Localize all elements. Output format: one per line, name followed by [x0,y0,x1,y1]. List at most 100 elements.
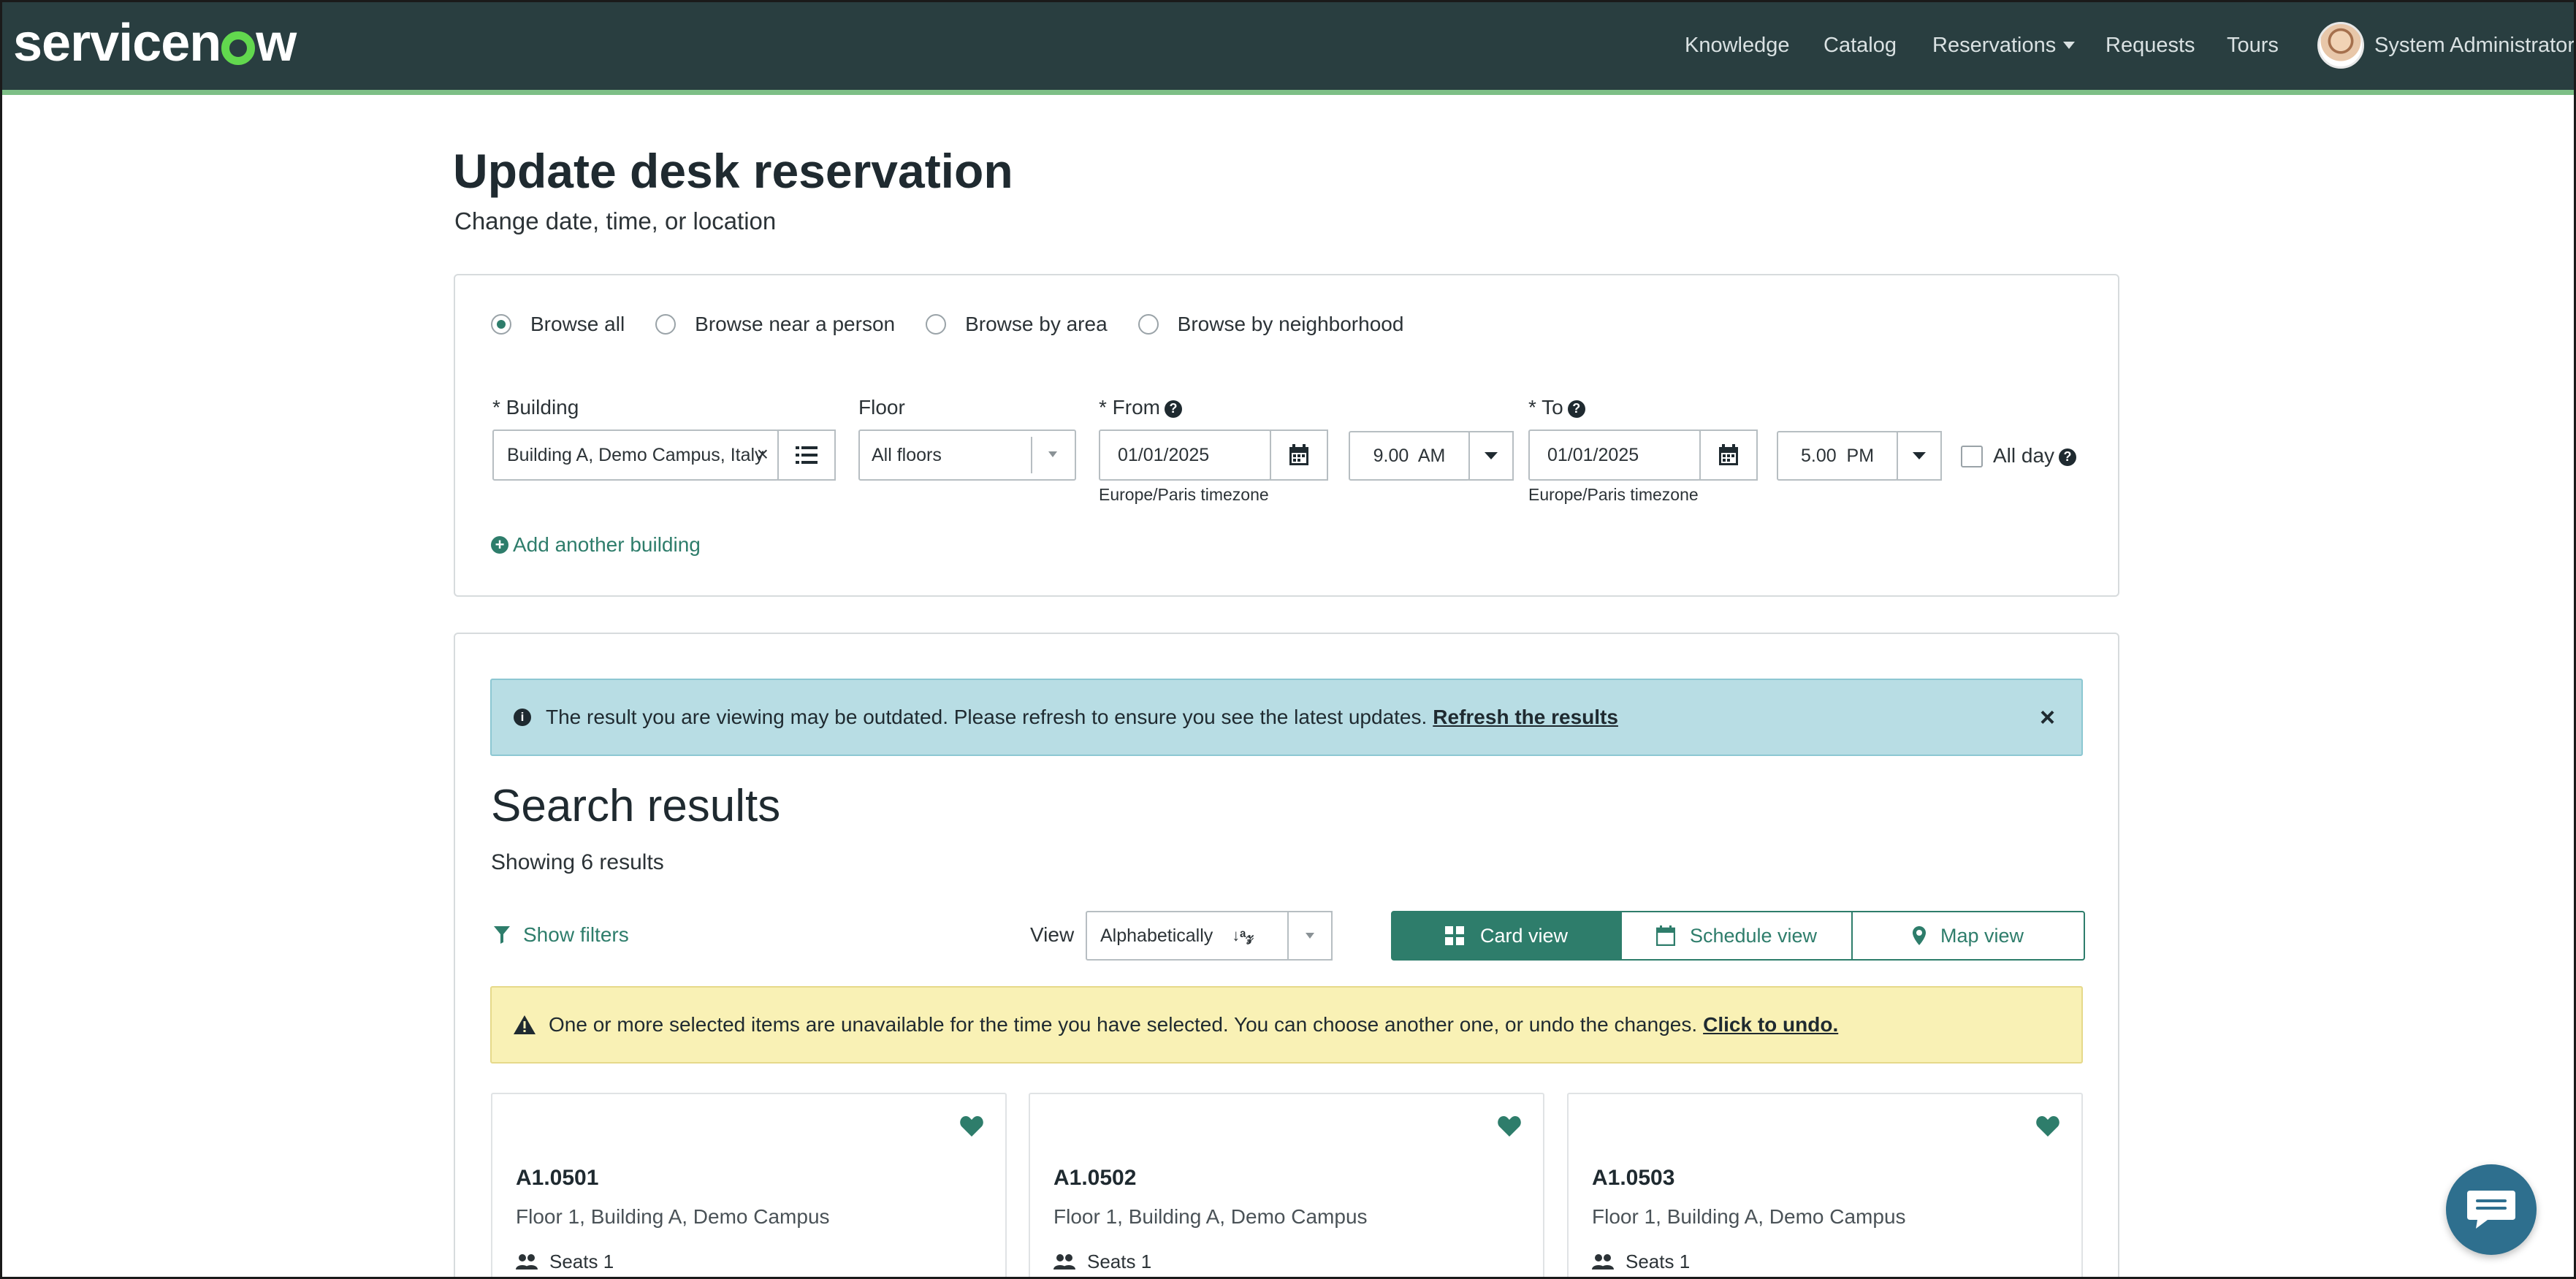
from-label-text: * From [1099,396,1160,419]
all-day-label[interactable]: All day? [1993,444,2077,467]
to-date-input[interactable]: 01/01/2025 [1528,429,1701,481]
plus-circle-icon: + [491,535,508,554]
radio-browse-by-area-label[interactable]: Browse by area [965,313,1108,336]
nav-catalog[interactable]: Catalog [1824,0,1897,91]
radio-browse-by-neighborhood[interactable] [1138,314,1159,335]
floor-select[interactable]: All floors [858,429,1076,481]
building-value: Building A, Demo Campus, Italy [507,444,764,465]
nav-reservations[interactable]: Reservations [1932,0,2076,91]
desk-card[interactable]: A1.0503 Floor 1, Building A, Demo Campus… [1567,1093,2083,1279]
nav-catalog-label: Catalog [1824,33,1897,57]
heart-icon[interactable] [1498,1116,1521,1137]
to-time-value: 5.00 PM [1800,445,1875,466]
clear-icon[interactable]: × [757,443,769,466]
heart-icon[interactable] [960,1116,983,1137]
filter-icon [494,926,510,944]
list-icon [796,446,818,464]
to-time-input[interactable]: 5.00 PM [1777,431,1898,481]
building-select[interactable]: Building A, Demo Campus, Italy × [492,429,779,481]
nav-tours[interactable]: Tours [2227,0,2279,91]
add-building-link[interactable]: + Add another building [491,533,701,557]
top-navbar: servicenow servicenw Knowledge Catalog R… [0,0,2576,95]
nav-knowledge-label: Knowledge [1685,33,1790,57]
desk-location: Floor 1, Building A, Demo Campus [1592,1205,1906,1228]
map-view-label: Map view [1940,924,2024,947]
map-view-button[interactable]: Map view [1851,911,2085,961]
info-icon: i [514,709,531,726]
warning-banner-text: One or more selected items are unavailab… [549,1013,1698,1036]
show-filters-button[interactable]: Show filters [494,923,629,947]
user-menu[interactable]: System Administrator [2317,0,2575,91]
to-calendar-button[interactable] [1699,429,1758,481]
radio-browse-near-person[interactable] [655,314,677,335]
view-label: View [1030,923,1075,946]
refresh-results-link[interactable]: Refresh the results [1433,706,1618,729]
from-time-input[interactable]: 9.00 AM [1349,431,1470,481]
avatar [2317,22,2364,69]
card-view-label: Card view [1479,924,1569,947]
floor-label: Floor [858,396,905,419]
desk-card[interactable]: A1.0502 Floor 1, Building A, Demo Campus… [1029,1093,1544,1279]
calendar-icon [1719,444,1738,465]
page-title: Update desk reservation [453,144,1013,198]
card-view-button[interactable]: Card view [1391,911,1622,961]
from-date-value: 01/01/2025 [1118,444,1210,465]
browse-options: Browse all Browse near a person Browse b… [491,313,1434,336]
desk-seats-label: Seats 1 [549,1251,614,1272]
desk-name: A1.0503 [1592,1166,1675,1190]
dropdown-arrow-icon [1306,933,1314,939]
users-icon [1053,1253,1075,1270]
all-day-checkbox[interactable] [1961,446,1983,467]
schedule-view-button[interactable]: Schedule view [1620,911,1853,961]
help-icon[interactable]: ? [1567,400,1585,418]
help-icon[interactable]: ? [2059,448,2077,466]
desk-seats: Seats 1 [516,1251,614,1273]
select-divider [1031,437,1032,473]
desk-seats: Seats 1 [1053,1251,1151,1273]
warning-banner: One or more selected items are unavailab… [490,986,2083,1064]
from-calendar-button[interactable] [1270,429,1328,481]
radio-browse-by-neighborhood-label[interactable]: Browse by neighborhood [1178,313,1404,336]
from-date-input[interactable]: 01/01/2025 [1099,429,1271,481]
users-icon [516,1253,538,1270]
navbar-accent-line [0,90,2576,95]
building-list-button[interactable] [777,429,836,481]
users-icon [1592,1253,1614,1270]
chat-button[interactable] [2446,1164,2537,1255]
map-marker-icon [1912,926,1926,945]
nav-knowledge[interactable]: Knowledge [1685,0,1790,91]
warning-icon [514,1015,536,1034]
servicenow-logo[interactable]: servicenow servicenw [13,14,297,72]
dropdown-arrow-icon [1048,451,1057,457]
close-icon[interactable]: × [2040,702,2055,733]
sort-select[interactable]: Alphabetically ↓ᵃ𝓏 [1086,911,1333,961]
undo-link[interactable]: Click to undo. [1703,1013,1838,1036]
from-label: * From? [1099,396,1182,419]
sort-dropdown-button[interactable] [1287,911,1333,961]
chat-icon [2467,1191,2515,1229]
nav-requests-label: Requests [2106,33,2195,57]
info-banner: i The result you are viewing may be outd… [490,679,2083,756]
heart-icon[interactable] [2036,1116,2059,1137]
user-name: System Administrator [2374,33,2575,57]
desk-location: Floor 1, Building A, Demo Campus [516,1205,830,1228]
caret-down-icon [1913,452,1926,459]
all-day-label-text: All day [1993,444,2055,467]
from-time-dropdown[interactable] [1468,431,1514,481]
to-time-dropdown[interactable] [1897,431,1942,481]
to-label: * To? [1528,396,1585,419]
radio-browse-by-area[interactable] [926,314,947,335]
help-icon[interactable]: ? [1165,400,1182,418]
radio-browse-near-person-label[interactable]: Browse near a person [695,313,895,336]
desk-name: A1.0501 [516,1166,599,1190]
desk-card[interactable]: A1.0501 Floor 1, Building A, Demo Campus… [491,1093,1007,1279]
calendar-icon [1289,444,1308,465]
nav-reservations-label: Reservations [1932,33,2057,57]
sort-value: Alphabetically [1100,925,1213,946]
to-date-value: 01/01/2025 [1547,444,1639,465]
radio-browse-all-label[interactable]: Browse all [530,313,625,336]
nav-requests[interactable]: Requests [2106,0,2195,91]
desk-seats-label: Seats 1 [1087,1251,1152,1272]
radio-browse-all[interactable] [491,314,511,335]
to-timezone: Europe/Paris timezone [1528,485,1699,504]
